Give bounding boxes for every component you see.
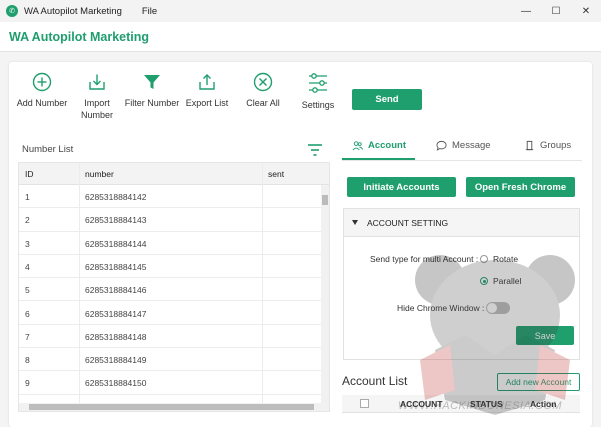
watermark-text: WWW.HACKINDONESIA.COM: [398, 400, 563, 412]
cell-id: 9: [25, 378, 30, 389]
table-header: ID number sent: [19, 163, 329, 185]
radio-rotate-label: Rotate: [493, 254, 519, 264]
chat-bubble-icon: [436, 140, 447, 151]
account-setting-header[interactable]: ACCOUNT SETTING: [344, 209, 579, 237]
export-list-label: Export List: [185, 98, 229, 108]
horizontal-scrollbar[interactable]: [19, 403, 329, 411]
import-number-button[interactable]: Import Number: [69, 72, 125, 121]
filter-number-button[interactable]: Filter Number: [124, 72, 180, 109]
tab-account[interactable]: Account: [352, 140, 406, 151]
add-number-button[interactable]: Add Number: [14, 72, 70, 109]
settings-button[interactable]: Settings: [290, 72, 346, 111]
vertical-scrollbar-thumb[interactable]: [322, 195, 328, 205]
settings-label: Settings: [301, 100, 335, 110]
cell-id: 1: [25, 192, 30, 202]
table-row[interactable]: 2 6285318884143: [19, 208, 321, 232]
table-row[interactable]: 4 6285318884145: [19, 255, 321, 279]
add-number-label: Add Number: [16, 98, 68, 108]
cell-number: 6285318884148: [85, 331, 147, 342]
groups-icon: [525, 140, 534, 151]
tab-account-label: Account: [368, 140, 406, 151]
clear-all-button[interactable]: Clear All: [235, 72, 291, 109]
users-icon: [352, 141, 363, 151]
tab-message-label: Message: [452, 140, 491, 151]
column-header-id[interactable]: ID: [25, 169, 34, 179]
cell-number: 6285318884144: [85, 238, 147, 249]
add-circle-icon: [32, 72, 52, 92]
window-title: WA Autopilot Marketing: [24, 5, 122, 17]
table-row[interactable]: 6 6285318884147: [19, 302, 321, 325]
filter-list-icon[interactable]: [307, 143, 323, 157]
hide-chrome-label: Hide Chrome Window :: [397, 303, 485, 313]
column-header-sent[interactable]: sent: [268, 169, 284, 179]
radio-parallel-label: Parallel: [493, 276, 522, 286]
save-button[interactable]: Save: [516, 326, 574, 345]
caret-down-icon: [352, 220, 358, 225]
send-type-label: Send type for multi Account :: [370, 254, 479, 264]
account-setting-title: ACCOUNT SETTING: [367, 218, 449, 228]
tabs-divider: [342, 160, 582, 161]
cell-id: 5: [25, 285, 30, 296]
export-icon: [199, 74, 215, 90]
menu-file[interactable]: File: [142, 6, 157, 17]
vertical-scrollbar[interactable]: [321, 185, 329, 403]
table-row[interactable]: 9 6285318884150: [19, 371, 321, 395]
app-header: WA Autopilot Marketing: [0, 22, 601, 52]
maximize-button[interactable]: ☐: [541, 0, 571, 22]
table-row[interactable]: 8 6285318884149: [19, 348, 321, 372]
app-logo-icon: ✆: [6, 5, 18, 17]
cell-number: 6285318884149: [85, 355, 147, 366]
number-list-title: Number List: [22, 144, 74, 155]
cell-id: 3: [25, 238, 30, 249]
tab-groups-label: Groups: [540, 140, 572, 151]
tab-groups[interactable]: Groups: [524, 140, 571, 151]
clear-all-label: Clear All: [246, 98, 280, 108]
select-all-checkbox[interactable]: [360, 399, 369, 408]
radio-rotate[interactable]: [480, 255, 488, 263]
table-row[interactable]: 1 6285318884142: [19, 185, 321, 209]
cell-id: 6: [25, 308, 30, 319]
filter-number-label: Filter Number: [124, 98, 180, 108]
cell-id: 8: [25, 355, 30, 366]
radio-parallel[interactable]: [480, 277, 488, 285]
app-header-title: WA Autopilot Marketing: [9, 30, 150, 44]
initiate-accounts-button[interactable]: Initiate Accounts: [347, 177, 456, 197]
table-row[interactable]: 5 6285318884146: [19, 278, 321, 302]
close-window-button[interactable]: ✕: [571, 0, 601, 22]
import-number-label: Import Number: [80, 98, 113, 120]
cell-number: 6285318884150: [85, 378, 147, 389]
active-tab-indicator: [342, 158, 415, 160]
minimize-button[interactable]: —: [511, 0, 541, 22]
cell-number: 6285318884146: [85, 285, 147, 296]
horizontal-scrollbar-thumb[interactable]: [29, 404, 314, 410]
tab-message[interactable]: Message: [436, 140, 491, 151]
send-button[interactable]: Send: [352, 89, 422, 110]
cell-id: 2: [25, 215, 30, 226]
add-new-account-button[interactable]: Add new Account: [497, 373, 580, 391]
export-list-button[interactable]: Export List: [179, 72, 235, 109]
table-row[interactable]: 3 6285318884144: [19, 232, 321, 255]
cell-id: 4: [25, 261, 30, 272]
filter-icon: [144, 75, 160, 89]
account-list-title: Account List: [342, 374, 408, 388]
import-icon: [89, 74, 105, 90]
cell-id: 7: [25, 331, 30, 342]
clear-circle-icon: [253, 72, 273, 92]
hide-chrome-toggle[interactable]: [486, 302, 510, 314]
window-titlebar: ✆ WA Autopilot Marketing File — ☐ ✕: [0, 0, 601, 22]
open-fresh-chrome-button[interactable]: Open Fresh Chrome: [466, 177, 575, 197]
cell-number: 6285318884145: [85, 261, 147, 272]
number-table: ID number sent 1 6285318884142 2 6285318…: [18, 162, 330, 412]
sliders-icon: [309, 73, 327, 93]
cell-number: 6285318884142: [85, 192, 147, 202]
cell-number: 6285318884147: [85, 308, 147, 319]
cell-number: 6285318884143: [85, 215, 147, 226]
table-row[interactable]: 7 6285318884148: [19, 325, 321, 349]
column-header-number[interactable]: number: [85, 169, 114, 179]
